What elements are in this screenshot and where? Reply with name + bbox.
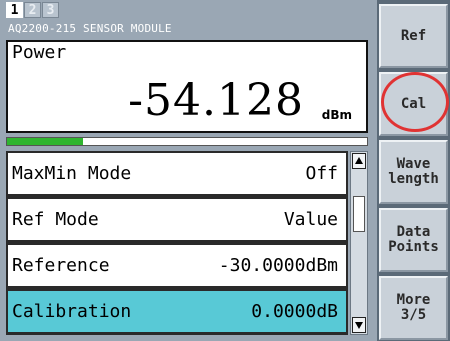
scroll-thumb[interactable] xyxy=(353,196,365,232)
setting-label: Calibration xyxy=(12,301,132,322)
settings-scrollbar[interactable] xyxy=(350,151,368,335)
setting-value: Off xyxy=(305,163,338,184)
setting-row-ref-mode[interactable]: Ref Mode Value xyxy=(8,199,346,240)
setting-label: MaxMin Mode xyxy=(12,163,132,184)
setting-value: -30.0000dBm xyxy=(218,255,338,276)
tab-3[interactable]: 3 xyxy=(42,2,59,18)
setting-row-maxmin-mode[interactable]: MaxMin Mode Off xyxy=(8,153,346,194)
tab-1[interactable]: 1 xyxy=(6,2,23,18)
measurement-unit: dBm xyxy=(321,108,352,122)
softkey-panel: Ref Cal Wave length Data Points More 3/5 xyxy=(377,0,450,341)
softkey-cal[interactable]: Cal xyxy=(379,72,448,136)
triangle-up-icon xyxy=(355,157,363,164)
tab-2[interactable]: 2 xyxy=(24,2,41,18)
module-title: AQ2200-215 SENSOR MODULE xyxy=(8,22,172,35)
scroll-down-button[interactable] xyxy=(352,317,366,333)
setting-value: Value xyxy=(283,209,338,230)
level-bar-fill xyxy=(7,138,83,145)
measurement-value: -54.128 xyxy=(128,75,304,126)
softkey-ref[interactable]: Ref xyxy=(379,4,448,68)
setting-row-reference[interactable]: Reference -30.0000dBm xyxy=(8,245,346,286)
settings-list: MaxMin Mode Off Ref Mode Value Reference… xyxy=(6,151,348,335)
softkey-wavelength[interactable]: Wave length xyxy=(379,140,448,204)
scroll-up-button[interactable] xyxy=(352,153,366,169)
measurement-display: Power -54.128 dBm xyxy=(6,40,368,133)
softkey-data-points[interactable]: Data Points xyxy=(379,208,448,272)
setting-row-calibration[interactable]: Calibration 0.0000dB xyxy=(8,291,346,332)
triangle-down-icon xyxy=(355,322,363,329)
softkey-more[interactable]: More 3/5 xyxy=(379,276,448,340)
sensor-module-screen: 1 2 3 AQ2200-215 SENSOR MODULE Power -54… xyxy=(0,0,450,341)
measurement-label: Power xyxy=(12,42,67,63)
setting-label: Reference xyxy=(12,255,110,276)
level-bar xyxy=(6,137,368,146)
setting-label: Ref Mode xyxy=(12,209,99,230)
page-tabs: 1 2 3 xyxy=(6,2,60,19)
setting-value: 0.0000dB xyxy=(251,301,338,322)
